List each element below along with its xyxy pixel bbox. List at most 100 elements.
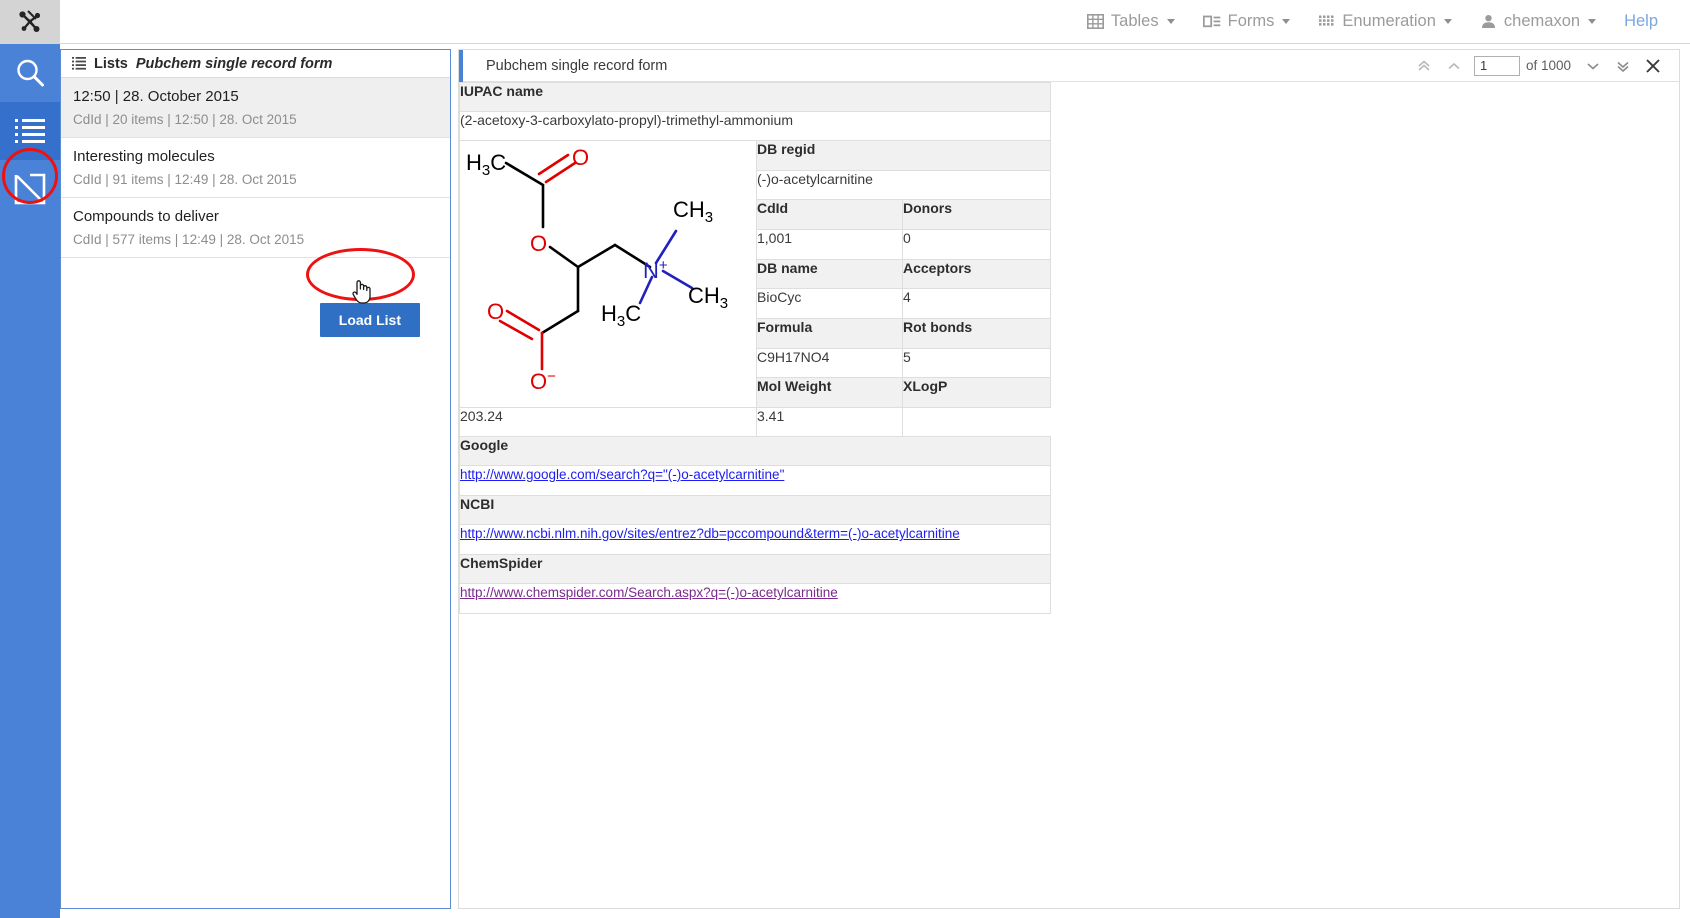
top-nav: Tables Forms: [1073, 0, 1690, 44]
table-row: http://www.chemspider.com/Search.aspx?q=…: [460, 584, 1051, 614]
list-item-title: Compounds to deliver: [73, 208, 450, 225]
field-value-mol-weight: 203.24: [460, 408, 757, 437]
page-total-label: of 1000: [1526, 58, 1571, 73]
field-label-chemspider: ChemSpider: [460, 555, 1051, 584]
chevron-down-icon: [1588, 19, 1596, 24]
field-value-xlogp: 3.41: [757, 408, 903, 437]
double-chevron-down-icon: [1615, 58, 1631, 74]
list-item-meta: CdId | 20 items | 12:50 | 28. Oct 2015: [73, 112, 450, 127]
nav-tables[interactable]: Tables: [1073, 0, 1189, 44]
top-bar: Tables Forms: [0, 0, 1690, 44]
field-label-iupac: IUPAC name: [460, 83, 1051, 112]
list-item[interactable]: Interesting molecules CdId | 91 items | …: [61, 138, 450, 198]
app-logo[interactable]: [0, 0, 60, 44]
chevron-down-icon: [1444, 19, 1452, 24]
lists-panel-subtitle: Pubchem single record form: [136, 56, 333, 72]
rail-item-search[interactable]: [0, 44, 60, 102]
chemspider-search-link[interactable]: http://www.chemspider.com/Search.aspx?q=…: [460, 585, 838, 600]
double-chevron-up-icon: [1416, 58, 1432, 74]
field-value-rot-bonds: 5: [903, 348, 1051, 378]
field-value-db-regid: (-)o-acetylcarnitine: [757, 170, 1051, 200]
first-page-button[interactable]: [1410, 53, 1438, 79]
form-body: IUPAC name (2-acetoxy-3-carboxylato-prop…: [459, 82, 1679, 614]
page-number-input[interactable]: [1474, 56, 1520, 76]
form-panel: Pubchem single record form of 1000: [458, 49, 1680, 909]
table-row: http://www.google.com/search?q="(-)o-ace…: [460, 466, 1051, 496]
list-bullets-icon: [13, 116, 47, 146]
link-cell-chemspider: http://www.chemspider.com/Search.aspx?q=…: [460, 584, 1051, 614]
field-value-cdid: 1,001: [757, 229, 903, 259]
table-row: ChemSpider: [460, 555, 1051, 584]
load-list-area: Load List: [61, 303, 452, 337]
chevron-down-icon: [1585, 58, 1601, 74]
atom-label-o-minus: O−: [530, 368, 556, 394]
field-value-db-name: BioCyc: [757, 289, 903, 319]
atom-label-o-carbonyl: O: [572, 145, 589, 170]
list-bullets-icon: [72, 57, 86, 70]
table-row: H3C O O N+ CH3 CH3 H3C: [460, 141, 1051, 171]
rail-item-export[interactable]: [0, 160, 60, 218]
chemaxon-logo-icon: [15, 8, 45, 36]
left-rail: [0, 44, 60, 918]
field-label-db-name: DB name: [757, 259, 903, 289]
field-label-donors: Donors: [903, 200, 1051, 230]
dots-grid-icon: [1318, 13, 1335, 30]
nav-forms[interactable]: Forms: [1189, 0, 1305, 44]
field-value-iupac: (2-acetoxy-3-carboxylato-propyl)-trimeth…: [460, 112, 1051, 141]
atom-label-h3c-top: H3C: [466, 150, 506, 179]
lists-panel-header: Lists Pubchem single record form: [61, 50, 450, 78]
form-layout-icon: [1203, 13, 1221, 30]
nav-forms-label: Forms: [1228, 12, 1275, 31]
nav-user-account[interactable]: chemaxon: [1466, 0, 1610, 44]
nav-enumeration[interactable]: Enumeration: [1304, 0, 1466, 44]
pagination-controls: of 1000: [1410, 53, 1679, 79]
load-list-button[interactable]: Load List: [320, 303, 420, 337]
close-x-icon: [1644, 57, 1662, 75]
list-item-title: 12:50 | 28. October 2015: [73, 88, 450, 105]
field-label-mol-weight: Mol Weight: [757, 378, 903, 408]
lists-panel: Lists Pubchem single record form 12:50 |…: [60, 49, 451, 909]
molecule-structure-diagram: H3C O O N+ CH3 CH3 H3C: [460, 141, 755, 402]
atom-label-n-plus: N+: [643, 257, 668, 283]
close-form-button[interactable]: [1639, 53, 1667, 79]
chevron-down-icon: [1282, 19, 1290, 24]
molecule-structure-cell: H3C O O N+ CH3 CH3 H3C: [460, 141, 757, 408]
field-label-xlogp: XLogP: [903, 378, 1051, 408]
field-label-rot-bonds: Rot bonds: [903, 318, 1051, 348]
prev-page-button[interactable]: [1440, 53, 1468, 79]
form-accent-bar: [459, 50, 463, 82]
table-row: http://www.ncbi.nlm.nih.gov/sites/entrez…: [460, 525, 1051, 555]
atom-label-h3c-lower: H3C: [601, 301, 641, 330]
field-value-formula: C9H17NO4: [757, 348, 903, 378]
next-page-button[interactable]: [1579, 53, 1607, 79]
table-row: Google: [460, 437, 1051, 466]
form-header: Pubchem single record form of 1000: [459, 50, 1679, 82]
rail-item-lists[interactable]: [0, 102, 60, 160]
field-label-acceptors: Acceptors: [903, 259, 1051, 289]
field-label-formula: Formula: [757, 318, 903, 348]
field-value-donors: 0: [903, 229, 1051, 259]
nav-user-label: chemaxon: [1504, 12, 1580, 31]
table-row: 203.24 3.41: [460, 408, 1051, 437]
atom-label-ch3-right: CH3: [688, 283, 728, 312]
google-search-link[interactable]: http://www.google.com/search?q="(-)o-ace…: [460, 467, 784, 482]
link-cell-ncbi: http://www.ncbi.nlm.nih.gov/sites/entrez…: [460, 525, 1051, 555]
list-item[interactable]: 12:50 | 28. October 2015 CdId | 20 items…: [61, 78, 450, 138]
help-link[interactable]: Help: [1610, 12, 1672, 31]
list-item-meta: CdId | 577 items | 12:49 | 28. Oct 2015: [73, 232, 450, 247]
field-label-db-regid: DB regid: [757, 141, 1051, 171]
user-icon: [1480, 13, 1497, 30]
form-title: Pubchem single record form: [486, 58, 667, 74]
atom-label-o-ester: O: [530, 231, 547, 256]
export-arrow-icon: [14, 173, 46, 205]
table-row: (2-acetoxy-3-carboxylato-propyl)-trimeth…: [460, 112, 1051, 141]
chevron-up-icon: [1446, 58, 1462, 74]
atom-label-ch3-upper: CH3: [673, 197, 713, 226]
ncbi-search-link[interactable]: http://www.ncbi.nlm.nih.gov/sites/entrez…: [460, 526, 960, 541]
field-label-cdid: CdId: [757, 200, 903, 230]
nav-tables-label: Tables: [1111, 12, 1159, 31]
link-cell-google: http://www.google.com/search?q="(-)o-ace…: [460, 466, 1051, 496]
lists-panel-title: Lists: [94, 56, 128, 72]
list-item[interactable]: Compounds to deliver CdId | 577 items | …: [61, 198, 450, 258]
last-page-button[interactable]: [1609, 53, 1637, 79]
